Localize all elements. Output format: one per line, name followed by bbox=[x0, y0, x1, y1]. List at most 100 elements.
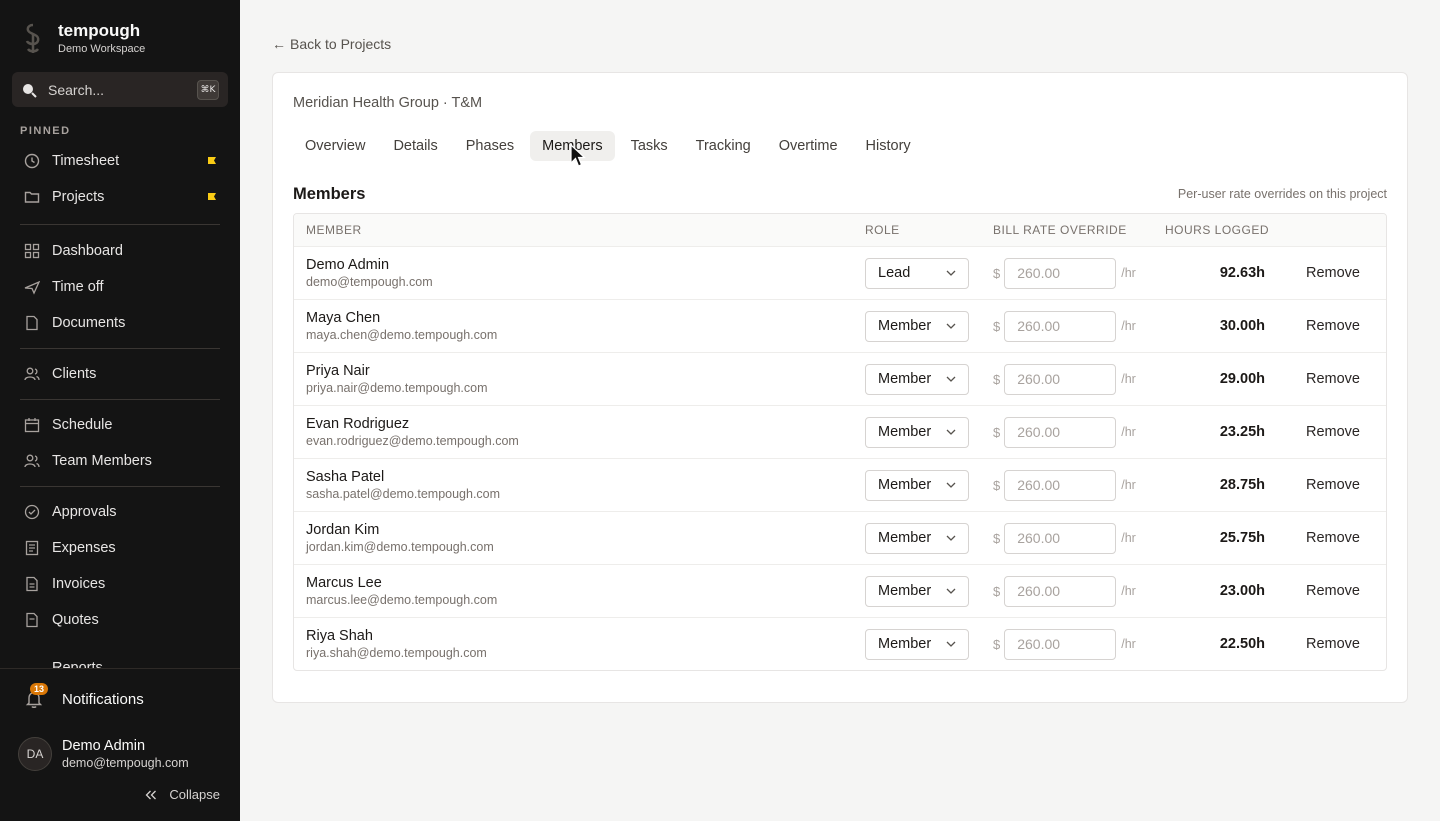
sidebar-item-team-members[interactable]: Team Members bbox=[12, 443, 228, 479]
table-header: MEMBER ROLE BILL RATE OVERRIDE HOURS LOG… bbox=[294, 214, 1386, 246]
rate-unit: /hr bbox=[1121, 266, 1136, 280]
search-input[interactable]: Search... ⌘K bbox=[12, 72, 228, 107]
bill-rate-input[interactable] bbox=[1004, 628, 1117, 660]
sidebar-item-label: Time off bbox=[52, 279, 104, 295]
document-icon bbox=[26, 315, 38, 331]
role-select[interactable]: Member bbox=[865, 310, 969, 342]
remove-member-button[interactable]: Remove bbox=[1306, 424, 1360, 440]
sidebar-item-timesheet[interactable]: Timesheet bbox=[12, 143, 228, 179]
divider bbox=[20, 348, 220, 349]
notifications-button[interactable]: 13 Notifications bbox=[24, 683, 144, 709]
rate-cell: $ /hr bbox=[993, 628, 1136, 660]
role-select[interactable]: Member bbox=[865, 363, 969, 395]
hours-logged: 28.75h bbox=[1219, 477, 1265, 493]
role-value: Member bbox=[878, 318, 932, 334]
bill-rate-input[interactable] bbox=[1004, 416, 1117, 448]
sidebar-item-documents[interactable]: Documents bbox=[12, 305, 228, 341]
mouse-cursor-icon bbox=[570, 144, 586, 167]
remove-member-button[interactable]: Remove bbox=[1306, 636, 1360, 652]
remove-member-button[interactable]: Remove bbox=[1306, 371, 1360, 387]
remove-member-button[interactable]: Remove bbox=[1306, 318, 1360, 334]
brand-name: tempough bbox=[58, 21, 141, 40]
sidebar-item-label: Documents bbox=[52, 315, 126, 331]
member-cell: Maya Chen maya.chen@demo.tempough.com bbox=[306, 309, 497, 343]
avatar: DA bbox=[18, 737, 52, 771]
role-select[interactable]: Member bbox=[865, 416, 969, 448]
user-profile[interactable]: DA Demo Admin demo@tempough.com bbox=[18, 737, 189, 771]
tab-tasks[interactable]: Tasks bbox=[619, 131, 680, 161]
role-cell: Member bbox=[865, 469, 969, 501]
hours-logged: 30.00h bbox=[1219, 318, 1265, 334]
sidebar-item-expenses[interactable]: Expenses bbox=[12, 530, 228, 566]
quote-icon bbox=[26, 612, 38, 628]
bill-rate-input[interactable] bbox=[1004, 522, 1117, 554]
divider bbox=[20, 224, 220, 225]
calendar-icon bbox=[24, 418, 40, 433]
tab-phases[interactable]: Phases bbox=[454, 131, 526, 161]
back-to-projects-link[interactable]: ← Back to Projects bbox=[272, 36, 391, 52]
role-select[interactable]: Member bbox=[865, 469, 969, 501]
member-email: jordan.kim@demo.tempough.com bbox=[306, 540, 494, 554]
brand[interactable]: tempough Demo Workspace bbox=[20, 20, 145, 56]
chart-icon bbox=[24, 660, 52, 668]
role-value: Member bbox=[878, 636, 932, 652]
rate-cell: $ /hr bbox=[993, 522, 1136, 554]
remove-member-button[interactable]: Remove bbox=[1306, 583, 1360, 599]
member-name: Demo Admin bbox=[306, 257, 390, 273]
chevron-down-icon bbox=[946, 323, 956, 329]
sidebar-item-label: Reports bbox=[52, 660, 103, 668]
sidebar-item-approvals[interactable]: Approvals bbox=[12, 494, 228, 530]
pin-icon[interactable] bbox=[208, 157, 216, 164]
sidebar-item-invoices[interactable]: Invoices bbox=[12, 566, 228, 602]
pin-icon[interactable] bbox=[208, 193, 216, 200]
chevron-down-icon bbox=[946, 535, 956, 541]
sidebar-item-schedule[interactable]: Schedule bbox=[12, 407, 228, 443]
arrow-left-icon: ← bbox=[272, 36, 286, 52]
role-select[interactable]: Lead bbox=[865, 257, 969, 289]
sidebar-item-clients[interactable]: Clients bbox=[12, 356, 228, 392]
bill-rate-input[interactable] bbox=[1004, 257, 1117, 289]
user-email: demo@tempough.com bbox=[62, 756, 189, 770]
role-select[interactable]: Member bbox=[865, 575, 969, 607]
remove-member-button[interactable]: Remove bbox=[1306, 477, 1360, 493]
table-row: Demo Admin demo@tempough.com Lead $ /hr … bbox=[294, 246, 1386, 299]
member-cell: Demo Admin demo@tempough.com bbox=[306, 256, 433, 290]
sidebar-item-label: Timesheet bbox=[52, 153, 120, 169]
role-select[interactable]: Member bbox=[865, 628, 969, 660]
chevron-down-icon bbox=[946, 641, 956, 647]
bell-icon: 13 bbox=[24, 683, 49, 709]
tab-history[interactable]: History bbox=[854, 131, 923, 161]
sidebar-item-dashboard[interactable]: Dashboard bbox=[12, 233, 228, 269]
tab-overtime[interactable]: Overtime bbox=[767, 131, 850, 161]
tab-overview[interactable]: Overview bbox=[293, 131, 377, 161]
rate-cell: $ /hr bbox=[993, 257, 1136, 289]
column-header-member: MEMBER bbox=[306, 223, 362, 237]
member-cell: Marcus Lee marcus.lee@demo.tempough.com bbox=[306, 574, 497, 608]
bill-rate-input[interactable] bbox=[1004, 575, 1117, 607]
sidebar-item-quotes[interactable]: Quotes bbox=[12, 602, 228, 638]
bill-rate-input[interactable] bbox=[1004, 310, 1117, 342]
tab-details[interactable]: Details bbox=[381, 131, 449, 161]
users-icon bbox=[24, 454, 40, 468]
sidebar-item-projects[interactable]: Projects bbox=[12, 179, 228, 215]
bill-rate-input[interactable] bbox=[1004, 469, 1117, 501]
user-name: Demo Admin bbox=[62, 738, 146, 754]
role-value: Member bbox=[878, 371, 932, 387]
rate-unit: /hr bbox=[1121, 425, 1136, 439]
hours-logged: 25.75h bbox=[1219, 530, 1265, 546]
remove-member-button[interactable]: Remove bbox=[1306, 530, 1360, 546]
role-value: Member bbox=[878, 477, 932, 493]
member-name: Maya Chen bbox=[306, 310, 381, 326]
sidebar-item-time-off[interactable]: Time off bbox=[12, 269, 228, 305]
bill-rate-input[interactable] bbox=[1004, 363, 1117, 395]
tab-tracking[interactable]: Tracking bbox=[684, 131, 763, 161]
sidebar-item-reports[interactable]: Reports bbox=[24, 660, 103, 668]
member-cell: Jordan Kim jordan.kim@demo.tempough.com bbox=[306, 521, 494, 555]
remove-member-button[interactable]: Remove bbox=[1306, 265, 1360, 281]
sidebar-item-label: Schedule bbox=[52, 417, 113, 433]
role-select[interactable]: Member bbox=[865, 522, 969, 554]
collapse-button[interactable]: Collapse bbox=[145, 787, 220, 802]
plane-icon bbox=[24, 280, 40, 295]
hours-logged: 92.63h bbox=[1219, 265, 1265, 281]
role-cell: Member bbox=[865, 363, 969, 395]
